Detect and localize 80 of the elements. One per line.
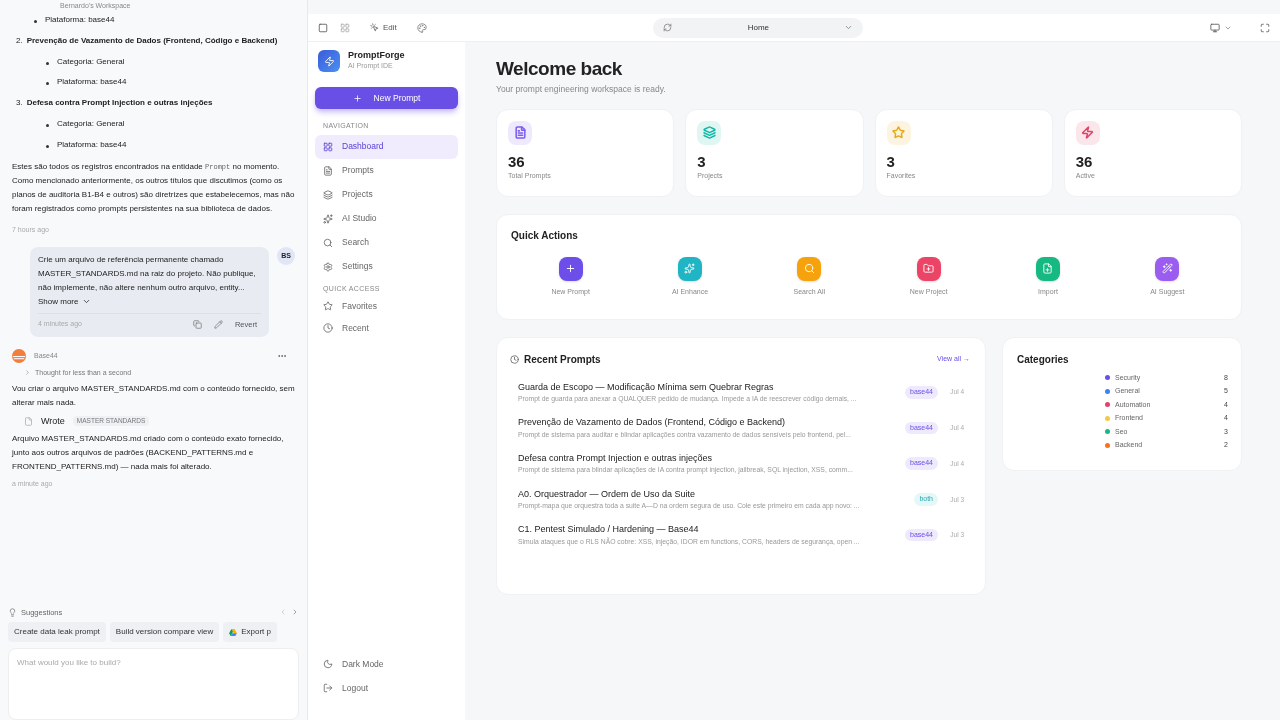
nav-item[interactable]: Projects	[315, 182, 458, 207]
nav-item[interactable]: Dashboard	[315, 134, 458, 159]
bullet-text: Categoria: General	[57, 118, 125, 130]
suggestion-chip[interactable]: Create data leak prompt	[8, 622, 106, 642]
message-text: Crie um arquivo de referência permanente chamado MASTER_STANDARDS.md na raiz do projeto. Não publique, não implemente, não altere nenhum outro arquivo, entity...	[38, 253, 257, 294]
logout-icon	[323, 683, 333, 693]
suggestion-chip[interactable]: Export p	[223, 622, 277, 642]
url-bar[interactable]: Home	[653, 17, 864, 38]
next-icon[interactable]	[291, 608, 299, 617]
edit-icon[interactable]	[213, 319, 223, 329]
settings-icon	[323, 261, 333, 272]
new-prompt-button[interactable]: New Prompt	[315, 87, 458, 109]
single-view-icon[interactable]	[318, 22, 328, 33]
document-icon	[323, 165, 333, 176]
list-title: Prevenção de Vazamento de Dados (Frontend, Código e Backend)	[26, 34, 278, 47]
nav-item[interactable]: Prompts	[315, 158, 458, 183]
card-title: Categories	[1017, 352, 1070, 367]
card-title: Quick Actions	[511, 228, 579, 243]
chevron-right-icon	[24, 369, 31, 376]
nav-item[interactable]: Logout	[315, 676, 458, 700]
search-icon	[323, 237, 333, 248]
sparkles-icon	[684, 263, 696, 274]
nav-item[interactable]: Favorites	[315, 295, 458, 317]
list-title: Defesa contra Prompt Injection e outras injeções	[26, 97, 213, 110]
stat-value: 3	[886, 152, 896, 172]
grid-view-icon[interactable]	[340, 22, 350, 33]
lightning-icon	[323, 55, 335, 67]
nav-item[interactable]: AI Studio	[315, 206, 458, 231]
prompt-title[interactable]: Prevenção de Vazamento de Dados (Frontend, Código e Backend)	[518, 416, 900, 430]
refresh-icon	[663, 23, 673, 32]
bullet-text: Plataforma: base44	[45, 14, 115, 26]
edit-button[interactable]: Edit	[370, 21, 397, 34]
assistant-avatar	[12, 348, 26, 363]
nav-item[interactable]: Recent	[315, 317, 458, 339]
bullet-text: Plataforma: base44	[57, 76, 127, 89]
list-number: 2.	[16, 34, 23, 47]
prompt-title[interactable]: C1. Pentest Simulado / Hardening — Base44	[518, 523, 900, 537]
fullscreen-icon[interactable]	[1260, 22, 1270, 33]
list-number: 3.	[16, 97, 23, 110]
copy-icon[interactable]	[192, 319, 202, 329]
grid-icon	[323, 141, 333, 152]
plus-icon	[352, 93, 362, 103]
page-title: Welcome back	[496, 57, 623, 81]
stat-value: 36	[1075, 152, 1094, 172]
sparkles-icon	[323, 213, 333, 224]
bullet-text: Categoria: General	[57, 55, 125, 68]
app-name: PromptForge	[348, 50, 405, 62]
search-icon	[803, 263, 815, 274]
stat-value: 36	[508, 152, 526, 172]
triangle-icon	[229, 628, 238, 636]
pointer-icon	[370, 23, 379, 32]
clock-icon	[510, 354, 519, 364]
prompt-title[interactable]: Guarda de Escopo — Modificação Mínima sem Quebrar Regras	[518, 380, 900, 394]
plus-icon	[565, 263, 577, 274]
tool-action: Wrote	[41, 415, 65, 429]
moon-icon	[323, 659, 333, 669]
star-icon	[323, 301, 333, 311]
lightbulb-icon	[8, 607, 17, 617]
card-title: Recent Prompts	[524, 352, 602, 367]
nav-item[interactable]: Dark Mode	[315, 652, 458, 676]
layers-icon	[323, 189, 333, 200]
file-plus-icon	[1042, 263, 1054, 274]
nav-item[interactable]: Settings	[315, 254, 458, 279]
message-text: Arquivo MASTER_STANDARDS.md criado com o conteúdo exato fornecido, junto aos outros arquivos de padrões (BACKEND_PATTERNS.md e FRONTEND_PATTERNS.md) — nada mais foi alterado.	[12, 433, 285, 474]
page-subtitle: Your prompt engineering workspace is ready.	[496, 82, 667, 96]
palette-icon[interactable]	[416, 22, 427, 33]
suggestion-chip[interactable]: Build version compare view	[109, 622, 220, 642]
file-icon	[24, 416, 33, 426]
magic-wand-icon	[1161, 263, 1173, 274]
nav-item[interactable]: Search	[315, 230, 458, 255]
stat-value: 3	[697, 152, 707, 172]
folder-plus-icon	[923, 263, 935, 274]
monitor-icon[interactable]	[1210, 22, 1220, 33]
chevron-down-icon	[844, 23, 854, 32]
prompt-title[interactable]: Defesa contra Prompt Injection e outras injeções	[518, 451, 900, 466]
prompt-title[interactable]: A0. Orquestrador — Ordem de Uso da Suite	[518, 487, 909, 502]
message-text: Vou criar o arquivo MASTER_STANDARDS.md com o conteúdo fornecido, sem alterar mais nada.	[12, 383, 295, 410]
show-more-button[interactable]: Show more	[38, 294, 92, 309]
bullet-text: Plataforma: base44	[57, 138, 127, 151]
clock-icon	[323, 323, 333, 333]
